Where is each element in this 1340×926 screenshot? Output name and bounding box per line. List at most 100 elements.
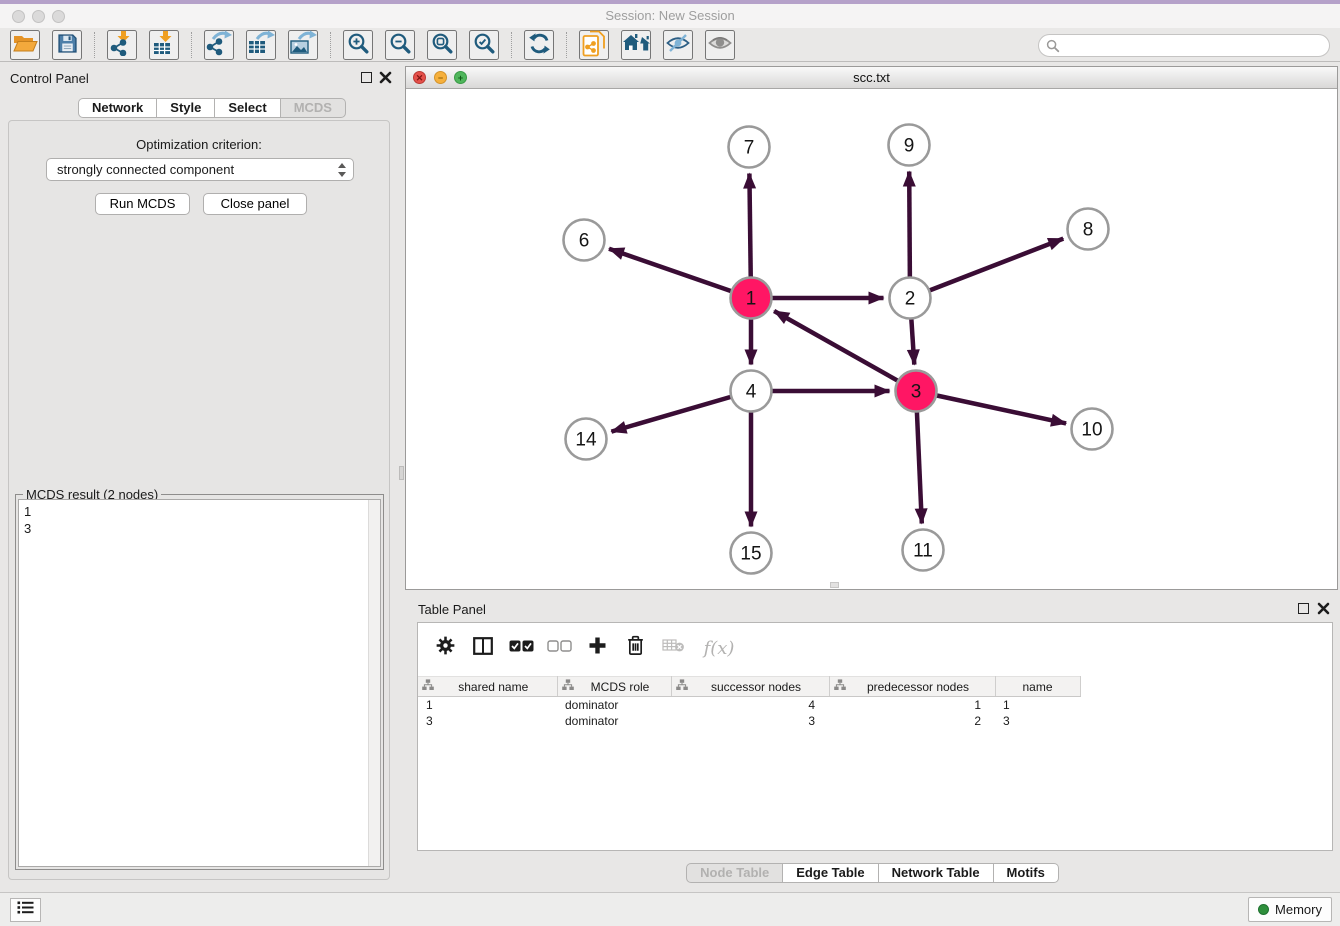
graph-edge-3-10[interactable] xyxy=(916,391,1066,423)
svg-text:15: 15 xyxy=(740,544,761,565)
split-view-button[interactable] xyxy=(470,635,496,661)
tab-select[interactable]: Select xyxy=(215,98,280,118)
control-panel-header: Control Panel xyxy=(0,62,398,92)
task-history-button[interactable] xyxy=(10,898,41,922)
table-cell: 1 xyxy=(418,697,557,713)
table-cell: 3 xyxy=(995,713,1080,729)
open-session-button[interactable] xyxy=(10,30,40,60)
graph-node-6[interactable]: 6 xyxy=(564,220,605,261)
tab-network-table[interactable]: Network Table xyxy=(879,863,994,883)
graph-node-3[interactable]: 3 xyxy=(896,371,937,412)
column-type-icon xyxy=(676,679,688,694)
svg-text:7: 7 xyxy=(744,138,755,159)
home-view-button[interactable] xyxy=(621,30,651,60)
column-header[interactable]: successor nodes xyxy=(671,677,829,697)
network-canvas[interactable]: 1 2 3 4 6 7 8 9 10 11 14 15 xyxy=(406,89,1337,589)
graph-edge-2-8[interactable] xyxy=(910,239,1063,298)
network-window-titlebar[interactable]: ✕ − + scc.txt xyxy=(406,67,1337,89)
memory-label: Memory xyxy=(1275,902,1322,917)
float-panel-icon[interactable] xyxy=(361,72,372,83)
homes-icon xyxy=(622,33,651,56)
float-table-panel-icon[interactable] xyxy=(1298,603,1309,614)
tab-style[interactable]: Style xyxy=(157,98,215,118)
table-row[interactable]: 1dominator411 xyxy=(418,697,1080,713)
graph-node-15[interactable]: 15 xyxy=(731,533,772,574)
graph-node-1[interactable]: 1 xyxy=(731,278,772,319)
column-type-icon xyxy=(422,679,434,694)
toolbar-separator xyxy=(511,32,512,58)
mcds-result-area[interactable]: 13 xyxy=(18,499,381,867)
run-mcds-button[interactable]: Run MCDS xyxy=(95,193,190,215)
column-header[interactable]: name xyxy=(995,677,1080,697)
tab-edge-table[interactable]: Edge Table xyxy=(783,863,878,883)
graph-node-14[interactable]: 14 xyxy=(566,419,607,460)
zoom-fit-button[interactable] xyxy=(427,30,457,60)
close-panel-button[interactable]: Close panel xyxy=(203,193,307,215)
clone-network-button[interactable] xyxy=(579,30,609,60)
close-panel-icon[interactable] xyxy=(379,71,392,89)
column-header[interactable]: predecessor nodes xyxy=(829,677,995,697)
graph-node-7[interactable]: 7 xyxy=(729,127,770,168)
tab-node-table[interactable]: Node Table xyxy=(686,863,783,883)
eye-slash-icon xyxy=(665,33,691,56)
toolbar-separator xyxy=(191,32,192,58)
select-all-button[interactable] xyxy=(508,635,534,661)
function-builder-button[interactable]: f(x) xyxy=(698,635,740,661)
export-image-button[interactable] xyxy=(288,30,318,60)
export-table-button[interactable] xyxy=(246,30,276,60)
deselect-all-button[interactable] xyxy=(546,635,572,661)
plus-icon xyxy=(588,636,607,660)
titlebar: Session: New Session xyxy=(0,4,1340,28)
column-label: successor nodes xyxy=(688,680,825,694)
tab-motifs[interactable]: Motifs xyxy=(994,863,1059,883)
checked-boxes-icon xyxy=(509,639,534,657)
split-pane-icon xyxy=(473,637,493,660)
mcds-result-scrollbar[interactable] xyxy=(368,500,380,866)
splitter-handle[interactable] xyxy=(399,466,404,480)
delete-table-button[interactable] xyxy=(660,635,686,661)
memory-button[interactable]: Memory xyxy=(1248,897,1332,922)
table-cell: 3 xyxy=(671,713,829,729)
show-all-button[interactable] xyxy=(705,30,735,60)
import-network-button[interactable] xyxy=(107,30,137,60)
zoom-in-button[interactable] xyxy=(343,30,373,60)
graph-node-4[interactable]: 4 xyxy=(731,371,772,412)
hide-selected-button[interactable] xyxy=(663,30,693,60)
close-table-panel-icon[interactable] xyxy=(1317,602,1330,620)
graph-edge-1-6[interactable] xyxy=(609,249,751,298)
table-row[interactable]: 3dominator323 xyxy=(418,713,1080,729)
import-table-icon xyxy=(151,30,177,59)
graph-node-2[interactable]: 2 xyxy=(890,278,931,319)
save-session-button[interactable] xyxy=(52,30,82,60)
optimization-criterion-select[interactable]: strongly connected component xyxy=(46,158,354,181)
import-table-button[interactable] xyxy=(149,30,179,60)
graph-edge-3-1[interactable] xyxy=(774,311,916,391)
graph-node-8[interactable]: 8 xyxy=(1068,209,1109,250)
column-header[interactable]: MCDS role xyxy=(557,677,671,697)
export-network-button[interactable] xyxy=(204,30,234,60)
column-header[interactable]: shared name xyxy=(418,677,557,697)
table-toolbar: f(x) xyxy=(418,623,1332,673)
export-table-icon xyxy=(247,30,275,59)
vertical-splitter[interactable] xyxy=(398,62,405,892)
add-column-button[interactable] xyxy=(584,635,610,661)
tab-network[interactable]: Network xyxy=(78,98,157,118)
graph-node-9[interactable]: 9 xyxy=(889,125,930,166)
zoom-out-button[interactable] xyxy=(385,30,415,60)
toolbar-separator xyxy=(330,32,331,58)
mcds-result-group: MCDS result (2 nodes) 13 xyxy=(15,494,384,870)
search-input[interactable] xyxy=(1060,37,1329,55)
zoom-selected-button[interactable] xyxy=(469,30,499,60)
column-type-icon xyxy=(834,679,846,694)
graph-node-11[interactable]: 11 xyxy=(903,530,944,571)
svg-text:11: 11 xyxy=(913,541,933,562)
tab-mcds[interactable]: MCDS xyxy=(281,98,346,118)
table-settings-button[interactable] xyxy=(432,635,458,661)
delete-column-button[interactable] xyxy=(622,635,648,661)
refresh-button[interactable] xyxy=(524,30,554,60)
mcds-result-line: 1 xyxy=(24,503,31,520)
frame-resize-handle[interactable] xyxy=(830,582,839,588)
graph-edge-4-14[interactable] xyxy=(611,391,751,432)
graph-node-10[interactable]: 10 xyxy=(1072,409,1113,450)
network-window-title: scc.txt xyxy=(406,70,1337,85)
